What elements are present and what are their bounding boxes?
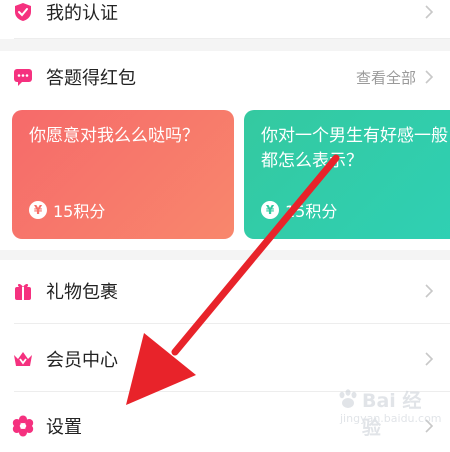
menu-label-certification: 我的认证 <box>46 3 118 24</box>
menu-item-gifts[interactable]: 礼物包裹 <box>0 265 450 317</box>
question-text: 你对一个男生有好感一般都怎么表示？ <box>261 126 448 171</box>
chat-bubble-icon <box>12 66 34 88</box>
menu-item-certification[interactable]: 我的认证 <box>0 0 450 38</box>
watermark-url: jingyan.baidu.com <box>340 412 442 425</box>
yen-coin-icon: ¥ <box>29 201 47 219</box>
gear-icon <box>12 415 34 437</box>
qa-section-header: 答题得红包 查看全部 <box>0 51 450 103</box>
gift-icon <box>12 280 34 302</box>
chevron-right-icon <box>425 5 434 19</box>
menu-label-vip: 会员中心 <box>46 350 118 371</box>
crown-icon <box>12 348 34 370</box>
chevron-right-icon <box>425 284 434 298</box>
menu-label-settings: 设置 <box>46 417 82 438</box>
yen-coin-icon: ¥ <box>261 201 279 219</box>
question-text: 你愿意对我么么哒吗？ <box>29 126 199 146</box>
chevron-right-icon <box>425 352 434 366</box>
reward-points: ¥ 15积分 <box>261 198 337 222</box>
reward-points: ¥ 15积分 <box>29 198 105 222</box>
reward-text: 15积分 <box>53 202 106 221</box>
menu-label-gifts: 礼物包裹 <box>46 282 118 303</box>
qa-section-title: 答题得红包 <box>46 68 136 89</box>
chevron-right-icon[interactable] <box>420 68 438 86</box>
menu-item-vip[interactable]: 会员中心 <box>0 333 450 385</box>
paw-icon <box>339 389 357 408</box>
view-all-link[interactable]: 查看全部 <box>356 67 416 88</box>
baidu-jingyan-watermark: Bai 经验 jingyan.baidu.com <box>332 384 442 439</box>
section-gap <box>0 250 450 260</box>
divider <box>14 323 450 324</box>
shield-check-icon <box>12 1 34 23</box>
reward-text: 15积分 <box>285 202 338 221</box>
section-gap <box>0 39 450 51</box>
question-card[interactable]: 你愿意对我么么哒吗？ ¥ 15积分 <box>12 110 234 239</box>
question-card[interactable]: 你对一个男生有好感一般都怎么表示？ ¥ 15积分 <box>244 110 450 239</box>
